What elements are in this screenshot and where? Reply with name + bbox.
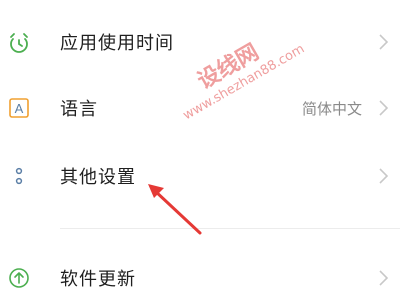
settings-item-app-usage-time[interactable]: 应用使用时间 [0,28,400,56]
settings-item-label: 软件更新 [60,269,136,290]
chevron-right-icon [376,32,390,52]
chevron-right-icon [376,98,390,118]
chevron-right-icon [376,166,390,186]
language-icon: A [8,97,30,119]
more-settings-icon [8,165,30,187]
section-divider [60,228,400,229]
annotation-arrow [148,184,202,235]
software-update-icon [8,267,30,289]
settings-item-label: 语言 [60,99,98,120]
app-usage-timer-icon [8,31,30,53]
settings-item-language[interactable]: A 语言 简体中文 [0,94,400,122]
settings-item-software-update[interactable]: 软件更新 [0,264,400,292]
language-current-value: 简体中文 [301,99,362,118]
settings-item-label: 应用使用时间 [60,33,174,54]
chevron-right-icon [376,268,390,288]
settings-item-label: 其他设置 [60,167,136,188]
language-icon-letter: A [15,101,24,116]
